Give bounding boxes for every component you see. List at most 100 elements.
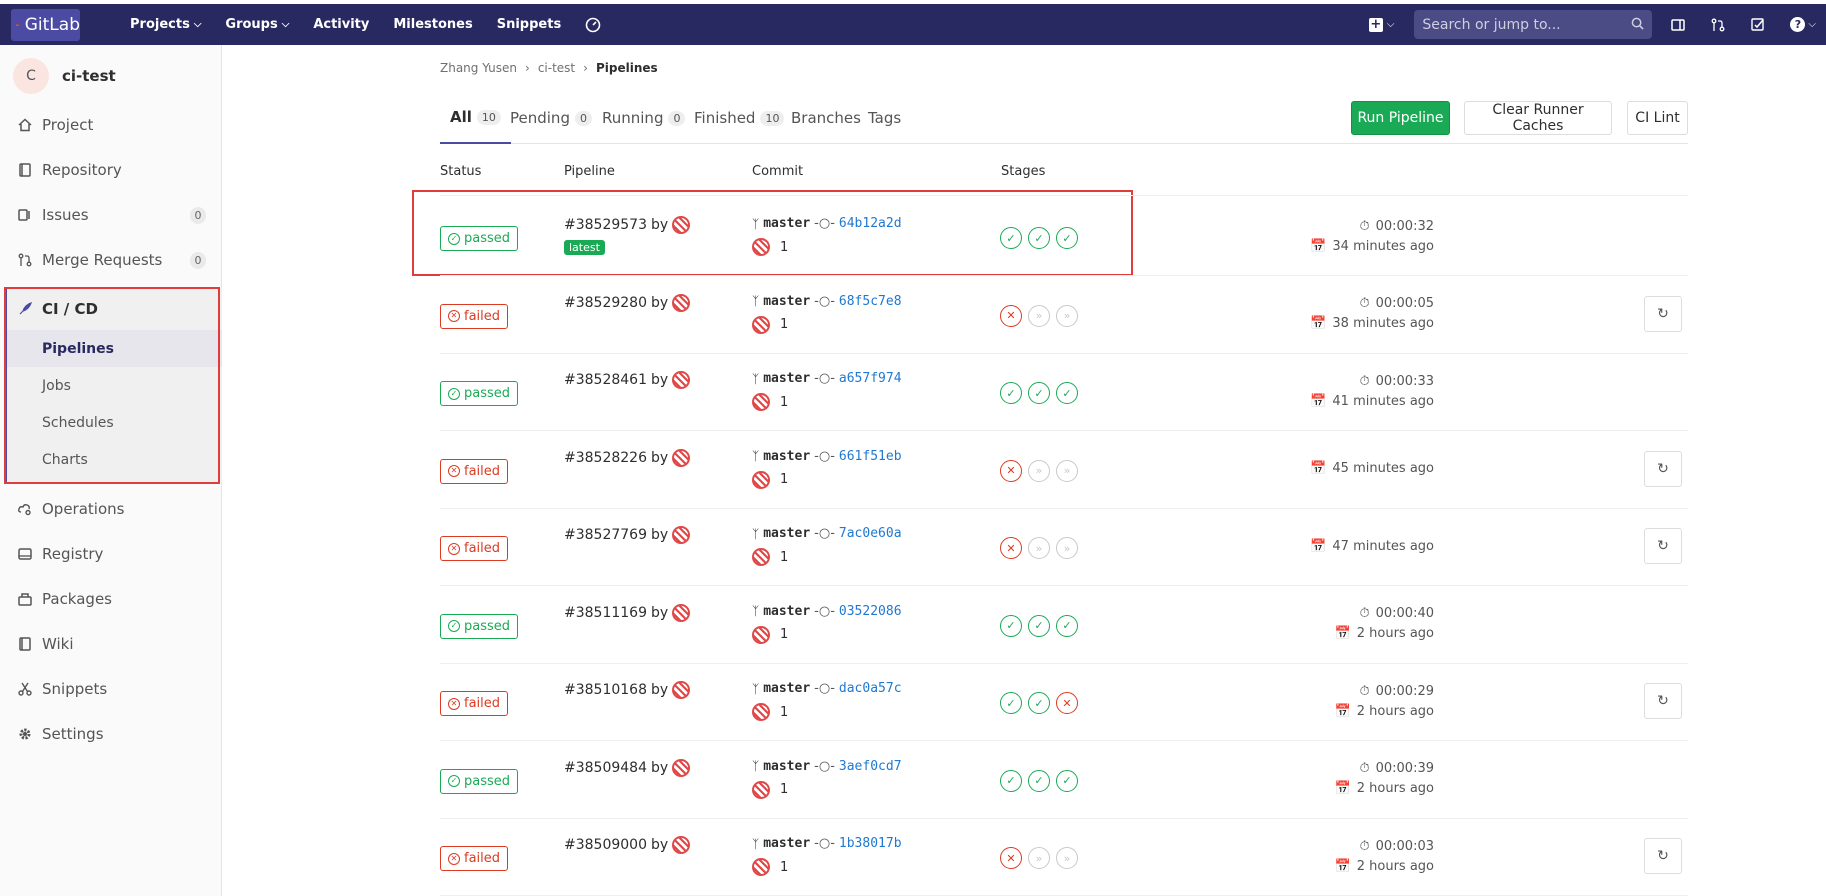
branch-link[interactable]: master <box>763 759 810 774</box>
commit-sha-link[interactable]: 3aef0cd7 <box>839 759 902 774</box>
retry-button[interactable]: ↻ <box>1644 528 1682 564</box>
commit-message-link[interactable]: 1 <box>780 627 788 642</box>
branch-link[interactable]: master <box>763 681 810 696</box>
user-avatar[interactable] <box>672 681 691 699</box>
status-badge[interactable]: ✓ passed <box>440 613 519 639</box>
stage-success-icon[interactable]: ✓ <box>1028 227 1050 249</box>
nav-milestones[interactable]: Milestones <box>393 17 472 32</box>
tab-finished[interactable]: Finished 10 <box>694 92 785 144</box>
status-badge[interactable]: ✕ failed <box>440 458 509 484</box>
stage-success-icon[interactable]: ✓ <box>1028 382 1050 404</box>
clear-runner-caches-button[interactable]: Clear Runner Caches <box>1464 101 1612 135</box>
search-box[interactable] <box>1414 10 1653 39</box>
sidebar-item-repository[interactable]: Repository <box>0 152 222 188</box>
stage-success-icon[interactable]: ✓ <box>1000 692 1022 714</box>
commit-sha-link[interactable]: a657f974 <box>839 371 902 386</box>
sidebar-item-settings[interactable]: Settings <box>0 716 222 752</box>
branch-link[interactable]: master <box>763 371 810 386</box>
stage-skipped-icon[interactable]: » <box>1028 459 1050 482</box>
branch-link[interactable]: master <box>763 449 810 464</box>
sidebar-toggle-icon[interactable] <box>1670 17 1686 33</box>
sidebar-item-project[interactable]: Project <box>0 107 222 143</box>
tab-pending[interactable]: Pending 0 <box>510 92 592 144</box>
retry-button[interactable]: ↻ <box>1644 450 1682 487</box>
tab-tags[interactable]: Tags <box>868 92 901 144</box>
stage-skipped-icon[interactable]: » <box>1056 847 1078 869</box>
commit-author-avatar[interactable] <box>752 470 770 489</box>
user-avatar[interactable] <box>672 293 691 312</box>
project-header[interactable]: C ci-test <box>0 45 221 107</box>
stage-success-icon[interactable]: ✓ <box>1028 614 1050 637</box>
stage-skipped-icon[interactable]: » <box>1028 847 1050 869</box>
stage-success-icon[interactable]: ✓ <box>1028 692 1050 714</box>
commit-message-link[interactable]: 1 <box>780 395 788 410</box>
commit-sha-link[interactable]: dac0a57c <box>839 681 902 696</box>
sidebar-item-wiki[interactable]: Wiki <box>0 626 222 662</box>
commit-author-avatar[interactable] <box>752 625 770 644</box>
pipeline-id-link[interactable]: #38528226 <box>564 450 647 466</box>
pipeline-id-link[interactable]: #38528461 <box>564 372 647 388</box>
status-badge[interactable]: ✕ failed <box>440 536 509 561</box>
user-avatar[interactable] <box>672 216 691 234</box>
stage-skipped-icon[interactable]: » <box>1056 304 1078 327</box>
stage-skipped-icon[interactable]: » <box>1056 537 1078 559</box>
stage-skipped-icon[interactable]: » <box>1028 304 1050 327</box>
stage-success-icon[interactable]: ✓ <box>1000 382 1022 404</box>
status-badge[interactable]: ✓ passed <box>440 381 519 406</box>
commit-sha-link[interactable]: 661f51eb <box>839 449 902 464</box>
stage-success-icon[interactable]: ✓ <box>1056 769 1078 792</box>
pipeline-id-link[interactable]: #38511169 <box>564 605 647 621</box>
user-avatar[interactable] <box>672 836 691 854</box>
pipeline-id-link[interactable]: #38509000 <box>564 837 647 853</box>
sidebar-item-merge-requests[interactable]: Merge Requests 0 <box>0 242 222 278</box>
stage-failed-icon[interactable]: ✕ <box>1000 537 1022 559</box>
user-avatar[interactable] <box>672 603 691 622</box>
branch-link[interactable]: master <box>763 526 810 541</box>
commit-sha-link[interactable]: 64b12a2d <box>839 216 902 231</box>
stage-failed-icon[interactable]: ✕ <box>1056 692 1078 714</box>
stage-success-icon[interactable]: ✓ <box>1000 227 1022 249</box>
commit-author-avatar[interactable] <box>752 238 770 256</box>
tab-branches[interactable]: Branches <box>791 92 861 144</box>
commit-message-link[interactable]: 1 <box>780 317 788 332</box>
run-pipeline-button[interactable]: Run Pipeline <box>1351 101 1450 135</box>
stage-failed-icon[interactable]: ✕ <box>1000 847 1022 869</box>
pipeline-id-link[interactable]: #38529280 <box>564 295 647 311</box>
user-avatar[interactable] <box>672 371 691 389</box>
commit-author-avatar[interactable] <box>752 858 770 876</box>
breadcrumb-current[interactable]: Pipelines <box>596 61 658 75</box>
stage-success-icon[interactable]: ✓ <box>1056 614 1078 637</box>
new-dropdown-button[interactable]: + ⌵ <box>1368 17 1394 32</box>
nav-activity[interactable]: Activity <box>313 17 369 32</box>
commit-author-avatar[interactable] <box>752 315 770 334</box>
status-badge[interactable]: ✕ failed <box>440 303 509 329</box>
gitlab-logo[interactable]: GitLab <box>11 8 80 41</box>
stage-failed-icon[interactable]: ✕ <box>1000 304 1022 327</box>
pipeline-id-link[interactable]: #38529573 <box>564 217 647 233</box>
commit-author-avatar[interactable] <box>752 780 770 799</box>
todos-icon[interactable] <box>1750 17 1766 33</box>
stage-success-icon[interactable]: ✓ <box>1028 769 1050 792</box>
stage-success-icon[interactable]: ✓ <box>1000 614 1022 637</box>
commit-sha-link[interactable]: 1b38017b <box>839 836 902 851</box>
pipeline-id-link[interactable]: #38510168 <box>564 682 647 698</box>
nav-groups[interactable]: Groups ⌵ <box>225 17 289 32</box>
branch-link[interactable]: master <box>763 836 810 851</box>
commit-sha-link[interactable]: 68f5c7e8 <box>839 294 902 309</box>
commit-message-link[interactable]: 1 <box>780 240 788 255</box>
status-badge[interactable]: ✕ failed <box>440 846 509 871</box>
tab-running[interactable]: Running 0 <box>602 92 686 144</box>
commit-sha-link[interactable]: 03522086 <box>839 604 902 619</box>
stage-failed-icon[interactable]: ✕ <box>1000 459 1022 482</box>
ci-lint-button[interactable]: CI Lint <box>1627 101 1688 135</box>
merge-requests-icon[interactable] <box>1710 17 1726 33</box>
sidebar-item-issues[interactable]: Issues 0 <box>0 197 222 233</box>
retry-button[interactable]: ↻ <box>1644 295 1682 332</box>
pipeline-id-link[interactable]: #38527769 <box>564 527 647 543</box>
search-input[interactable] <box>1422 16 1613 33</box>
breadcrumb-user[interactable]: Zhang Yusen <box>440 61 517 75</box>
commit-message-link[interactable]: 1 <box>780 550 788 565</box>
commit-author-avatar[interactable] <box>752 703 770 721</box>
help-button[interactable]: ? ⌵ <box>1790 17 1816 32</box>
stage-success-icon[interactable]: ✓ <box>1056 227 1078 249</box>
